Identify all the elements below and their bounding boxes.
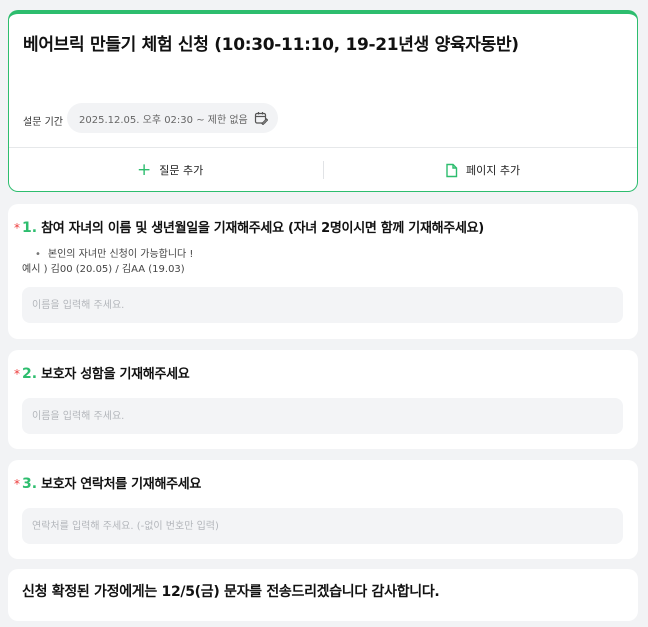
question-number: 1. bbox=[22, 220, 38, 236]
question-number: 3. bbox=[22, 476, 38, 492]
required-mark: * bbox=[14, 367, 20, 381]
question-title: 보호자 연락처를 기재해주세요 bbox=[41, 477, 202, 492]
survey-period-label: 설문 기간 bbox=[23, 117, 63, 128]
notice-card[interactable]: 신청 확정된 가정에게는 12/5(금) 문자를 전송드리겠습니다 감사합니다. bbox=[8, 569, 638, 621]
question-title: 참여 자녀의 이름 및 생년월일을 기재해주세요 (자녀 2명이시면 함께 기재… bbox=[41, 221, 484, 236]
notice-text: 신청 확정된 가정에게는 12/5(금) 문자를 전송드리겠습니다 감사합니다. bbox=[22, 584, 440, 600]
question-header: * 1. 참여 자녀의 이름 및 생년월일을 기재해주세요 (자녀 2명이시면 … bbox=[14, 217, 484, 236]
description-bullet: 본인의 자녀만 신청이 가능합니다 ! bbox=[22, 247, 194, 262]
required-mark: * bbox=[14, 221, 20, 235]
required-mark: * bbox=[14, 477, 20, 491]
question-title: 보호자 성함을 기재해주세요 bbox=[41, 367, 190, 382]
question-description: 본인의 자녀만 신청이 가능합니다 ! 예시 ) 김00 (20.05) / 김… bbox=[22, 247, 193, 277]
survey-period-value: 2025.12.05. 오후 02:30 ~ 제한 없음 bbox=[79, 114, 248, 126]
page-icon bbox=[445, 163, 458, 178]
answer-input[interactable] bbox=[22, 287, 623, 323]
action-separator bbox=[323, 161, 324, 179]
survey-period-selector[interactable]: 2025.12.05. 오후 02:30 ~ 제한 없음 bbox=[67, 103, 278, 133]
calendar-edit-icon bbox=[254, 111, 269, 126]
question-header: * 2. 보호자 성함을 기재해주세요 bbox=[14, 363, 190, 382]
question-card-1[interactable]: * 1. 참여 자녀의 이름 및 생년월일을 기재해주세요 (자녀 2명이시면 … bbox=[8, 204, 638, 339]
add-page-button[interactable]: 페이지 추가 bbox=[445, 148, 520, 192]
form-title[interactable]: 베어브릭 만들기 체험 신청 (10:30-11:10, 19-21년생 양육자… bbox=[23, 30, 519, 55]
description-example: 예시 ) 김00 (20.05) / 김AA (19.03) bbox=[22, 264, 185, 275]
question-card-3[interactable]: * 3. 보호자 연락처를 기재해주세요 bbox=[8, 460, 638, 559]
question-card-2[interactable]: * 2. 보호자 성함을 기재해주세요 bbox=[8, 350, 638, 449]
question-number: 2. bbox=[22, 366, 38, 382]
form-header-card: 베어브릭 만들기 체험 신청 (10:30-11:10, 19-21년생 양육자… bbox=[8, 10, 638, 192]
add-page-label: 페이지 추가 bbox=[466, 164, 521, 177]
answer-input[interactable] bbox=[22, 508, 623, 544]
question-header: * 3. 보호자 연락처를 기재해주세요 bbox=[14, 473, 201, 492]
add-question-button[interactable]: + 질문 추가 bbox=[137, 148, 203, 192]
answer-input[interactable] bbox=[22, 398, 623, 434]
plus-icon: + bbox=[137, 159, 152, 180]
header-divider bbox=[9, 147, 637, 148]
add-question-label: 질문 추가 bbox=[159, 164, 204, 177]
